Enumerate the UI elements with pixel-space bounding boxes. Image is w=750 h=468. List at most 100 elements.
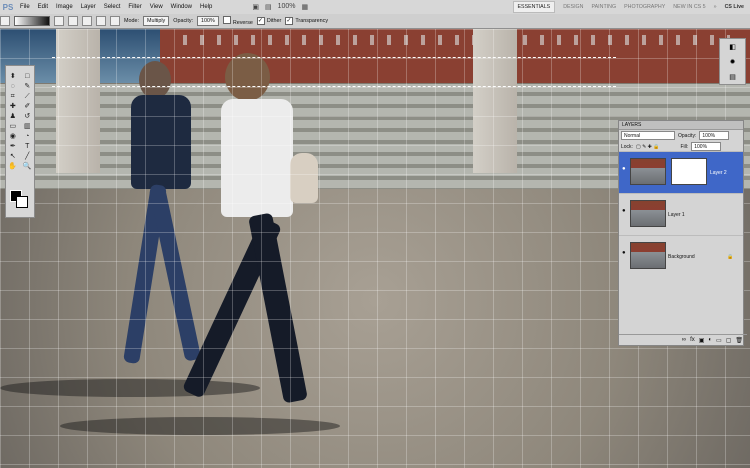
reverse-check (222, 16, 231, 24)
panel-icon-1[interactable]: ◧ (729, 43, 736, 51)
diamond-gradient-button[interactable] (110, 16, 120, 26)
type-tool[interactable]: T (21, 142, 35, 151)
app-logo: PS (2, 2, 14, 12)
color-swatches[interactable] (8, 185, 28, 208)
new-layer-icon[interactable]: ▢ (726, 337, 732, 344)
layer-thumbnail (630, 242, 666, 269)
layers-panel: LAYERS Normal Opacity: 100% Lock: ▢ ✎ ✚ … (618, 120, 747, 346)
move-tool[interactable]: ⬍ (6, 72, 20, 81)
opacity-field[interactable]: 100% (197, 16, 219, 26)
eye-icon[interactable]: ● (622, 166, 626, 172)
workspace-new-in-cs5[interactable]: NEW IN CS 5 (673, 4, 705, 10)
delete-icon[interactable]: 🗑 (735, 337, 743, 344)
layers-opacity-label: Opacity: (678, 132, 697, 139)
pen-tool[interactable]: ✒ (6, 142, 20, 151)
gradient-tool[interactable]: ▥ (21, 122, 35, 131)
menu-filter[interactable]: Filter (124, 4, 145, 10)
mini-bridge-icon[interactable]: ▤ (265, 3, 272, 11)
workspace-photography[interactable]: PHOTOGRAPHY (624, 4, 665, 10)
eyedropper-tool[interactable]: ⟋ (21, 92, 35, 101)
menu-edit[interactable]: Edit (34, 4, 52, 10)
menu-window[interactable]: Window (167, 4, 196, 10)
hand-tool[interactable]: ✋ (6, 162, 20, 171)
arrange-icon[interactable]: ▦ (302, 3, 309, 11)
path-select-tool[interactable]: ↖ (6, 152, 20, 161)
reverse-checkbox[interactable]: Reverse (222, 16, 253, 26)
dither-checkbox[interactable]: Dither (256, 17, 281, 25)
menu-view[interactable]: View (146, 4, 167, 10)
lock-icon: 🔒 (727, 254, 734, 260)
reflected-gradient-button[interactable] (96, 16, 106, 26)
layer-thumbnail (630, 200, 666, 227)
linear-gradient-button[interactable] (54, 16, 64, 26)
shape-tool[interactable]: ╱ (21, 152, 35, 161)
fill-value[interactable]: 100% (691, 142, 722, 151)
mode-label: Mode: (124, 18, 139, 24)
menu-bar: PS File Edit Image Layer Select Filter V… (0, 0, 750, 15)
adjustment-icon[interactable]: ◐ (708, 337, 712, 343)
layer-name: Layer 2 (710, 170, 727, 176)
blend-mode-select[interactable]: Normal (621, 131, 675, 140)
transparency-checkbox[interactable]: Transparency (285, 17, 328, 25)
panel-icon-3[interactable]: ▤ (729, 73, 736, 81)
fill-label: Fill: (680, 143, 689, 150)
dodge-tool[interactable]: ◔ (21, 132, 35, 141)
workspace-more[interactable]: » (714, 4, 717, 10)
layer-name: Background (668, 254, 695, 260)
crop-tool[interactable]: ⌗ (6, 92, 20, 101)
layers-opacity-value[interactable]: 100% (699, 131, 730, 140)
eye-icon[interactable]: ● (622, 250, 626, 256)
eraser-tool[interactable]: ▭ (6, 122, 20, 131)
menu-help[interactable]: Help (196, 4, 216, 10)
bridge-icon[interactable]: ▣ (252, 3, 259, 11)
layer-row-layer-1[interactable]: ● Layer 1 (619, 193, 743, 236)
lasso-tool[interactable]: ◌ (6, 82, 20, 91)
workspace-essentials[interactable]: ESSENTIALS (512, 1, 556, 13)
menu-file[interactable]: File (16, 4, 34, 10)
transparency-check (285, 17, 294, 25)
group-icon[interactable]: ▭ (716, 337, 722, 344)
brush-tool[interactable]: ✐ (21, 102, 35, 111)
blur-tool[interactable]: ◉ (6, 132, 20, 141)
layers-footer: ∞ fx ▣ ◐ ▭ ▢ 🗑 (619, 334, 747, 345)
lock-icons[interactable]: ▢ ✎ ✚ 🔒 (636, 144, 660, 150)
gradient-preview[interactable] (14, 16, 50, 26)
cs-live-button[interactable]: CS Live (725, 4, 744, 10)
workspace-switcher: ESSENTIALS DESIGN PAINTING PHOTOGRAPHY N… (512, 1, 750, 13)
options-bar: Mode: Multiply Opacity: 100% Reverse Dit… (0, 14, 750, 29)
reverse-label: Reverse (232, 20, 253, 26)
radial-gradient-button[interactable] (68, 16, 78, 26)
marquee-tool[interactable]: □ (21, 72, 35, 81)
zoom-level[interactable]: 100% (278, 3, 296, 11)
marquee-selection[interactable] (52, 57, 616, 87)
angle-gradient-button[interactable] (82, 16, 92, 26)
background-color[interactable] (16, 196, 28, 208)
layer-name: Layer 1 (668, 212, 685, 218)
mode-select[interactable]: Multiply (142, 16, 170, 26)
mask-icon[interactable]: ▣ (699, 337, 705, 344)
stamp-tool[interactable]: ♟ (6, 112, 20, 121)
lock-label: Lock: (621, 143, 633, 150)
quick-select-tool[interactable]: ✎ (21, 82, 35, 91)
layer-thumbnail (630, 158, 666, 185)
zoom-tool[interactable]: 🔍 (21, 162, 35, 171)
workspace-painting[interactable]: PAINTING (592, 4, 617, 10)
layer-mask-thumbnail (671, 158, 707, 185)
fx-icon[interactable]: fx (690, 337, 695, 343)
panel-icon-2[interactable]: ✹ (730, 58, 736, 66)
layer-row-background[interactable]: ● Background 🔒 (619, 235, 743, 278)
eye-icon[interactable]: ● (622, 208, 626, 214)
collapsed-panel-dock: ◧ ✹ ▤ (719, 38, 746, 85)
workspace-design[interactable]: DESIGN (563, 4, 583, 10)
gradient-tool-icon[interactable] (0, 16, 10, 26)
menu-layer[interactable]: Layer (77, 4, 100, 10)
dither-check (256, 17, 265, 25)
layers-tab[interactable]: LAYERS (619, 121, 743, 130)
menu-image[interactable]: Image (52, 4, 77, 10)
transparency-label: Transparency (295, 18, 329, 24)
layer-row-layer-2[interactable]: ● Layer 2 (619, 151, 743, 194)
healing-tool[interactable]: ✚ (6, 102, 20, 111)
menu-select[interactable]: Select (100, 4, 125, 10)
link-icon[interactable]: ∞ (682, 337, 686, 343)
history-brush-tool[interactable]: ↺ (21, 112, 35, 121)
